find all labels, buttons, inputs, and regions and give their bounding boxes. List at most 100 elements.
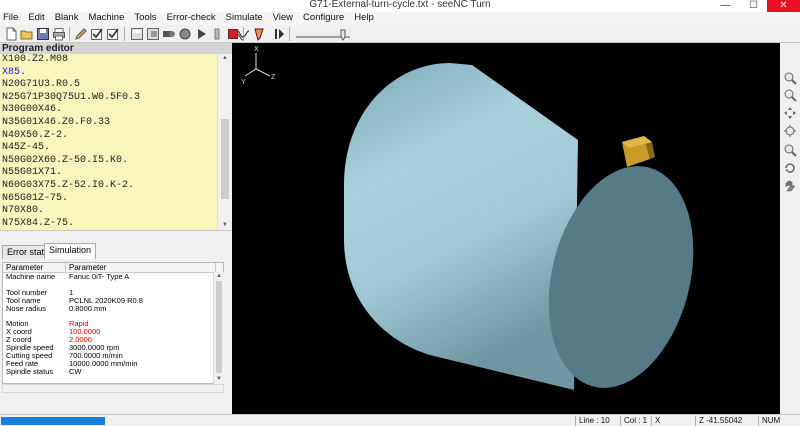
simulation-viewport[interactable]: X Z Y [232,43,780,414]
scroll-up-arrow[interactable]: ▲ [214,272,224,281]
menu-view[interactable]: View [268,12,298,25]
parameter-name: Motion [6,320,29,329]
close-button[interactable]: ✕ [767,0,800,12]
pan-icon[interactable] [783,106,797,120]
code-line[interactable]: N35G01X46.Z0.F0.33 [0,117,217,130]
window-title: G71-External-turn-cycle.txt - seeNC Turn [309,0,491,10]
step-icon[interactable] [210,27,224,41]
editor-scrollbar[interactable]: ▲ ▼ [217,54,232,230]
zoom-in-icon[interactable] [783,71,797,85]
parameter-name [3,312,66,320]
program-editor[interactable]: X100.Z2.M08 X85. N20G71U3.R0.5 N25G71P30Q75… [0,54,217,230]
column-header-value[interactable]: Parameter [66,263,216,272]
run-simulation-icon[interactable] [194,27,208,41]
code-line[interactable]: N30G00X46. [0,104,217,117]
column-header-parameter[interactable]: Parameter [3,263,66,272]
code-line[interactable]: N50G02X60.Z-50.I5.K0. [0,155,217,168]
menu-blank[interactable]: Blank [50,12,84,25]
zoom-window-icon[interactable] [783,124,797,138]
editor-scroll-thumb[interactable] [221,119,229,200]
menu-help[interactable]: Help [349,12,379,25]
code-line[interactable]: N20G71U3.R0.5 [0,79,217,92]
code-line[interactable]: X85. [0,67,217,80]
zoom-out-icon[interactable] [783,88,797,102]
table-body: Machine name Fanuc 0iT- Type A Tool number… [3,273,223,376]
menu-error-check[interactable]: Error-check [162,12,221,25]
status-line: Line : 10 [575,416,619,426]
code-line[interactable]: N55G01X71. [0,167,217,180]
menu-edit[interactable]: Edit [23,12,49,25]
parameter-value: 3000.0000 rpm [69,344,120,352]
code-line[interactable]: N60G03X75.Z-52.I0.K-2. [0,180,217,193]
parameter-value: 700.0000 m/min [69,351,123,360]
code-line[interactable]: N25G71P30Q75U1.W0.5F0.3 [0,92,217,105]
menu-file[interactable]: File [0,12,23,25]
scroll-down-arrow[interactable]: ▼ [218,221,232,230]
table-row: Tool number 1 [3,289,223,297]
parameter-name [3,281,66,289]
status-z-coord: Z -41.55042 [695,416,757,426]
rotate-icon[interactable] [783,161,797,175]
parameter-name: Machine name [6,273,56,281]
title-bar: G71-External-turn-cycle.txt - seeNC Turn… [0,0,800,12]
toolpath-icon[interactable] [236,27,250,41]
minimize-button[interactable]: — [712,0,739,12]
scroll-up-arrow[interactable]: ▲ [218,54,232,63]
parameter-value: 2.0000 [69,336,92,345]
pencil-icon[interactable] [74,27,88,41]
panel-divider[interactable] [0,230,232,243]
tool-shape-icon[interactable] [252,27,266,41]
status-bar: Line : 10 Col : 1 X 33.44992 Z -41.55042… [0,414,800,426]
parameter-name: X coord [6,328,32,337]
machine-icon[interactable] [162,27,176,41]
tab-simulation[interactable]: Simulation [44,243,97,259]
menu-tools[interactable]: Tools [129,12,161,25]
maximize-button[interactable]: ☐ [740,0,767,12]
axis-x-label: X [254,46,259,53]
hand-icon[interactable] [783,179,797,193]
menu-machine[interactable]: Machine [83,12,129,25]
parameter-value [66,281,216,289]
speed-slider[interactable] [294,27,354,41]
axis-y-label: Y [241,79,246,86]
menu-bar: File Edit Blank Machine Tools Error-chec… [0,12,800,25]
menu-configure[interactable]: Configure [298,12,349,25]
code-line[interactable]: N75X84.Z-75. [0,218,217,230]
tool-icon[interactable] [178,27,192,41]
table-header: Parameter Parameter [3,263,223,273]
table-row: Motion Rapid [3,320,223,328]
check-icon[interactable] [90,27,104,41]
parameter-name: Cutting speed [6,351,53,360]
table-hscrollbar[interactable] [2,384,224,393]
parameter-value: Fanuc 0iT- Type A [69,273,130,281]
simulation-progress-bar [1,417,105,425]
table-row: Z coord 2.0000 [3,336,223,344]
menu-simulate[interactable]: Simulate [221,12,268,25]
code-line[interactable]: X100.Z2.M08 [0,54,217,67]
error-check-icon[interactable] [130,27,144,41]
fit-view-icon[interactable] [783,143,797,157]
parameter-name: Feed rate [6,359,39,368]
save-icon[interactable] [36,27,50,41]
cutting-tool [622,136,655,167]
table-scroll-thumb[interactable] [216,281,222,373]
code-line[interactable]: N65G01Z-75. [0,193,217,206]
parameter-value: CW [69,367,82,376]
simulation-table: Parameter Parameter Machine name Fanuc 0i… [2,262,224,384]
status-num-lock: NUM [758,416,800,426]
code-line[interactable]: N45Z-45. [0,142,217,155]
check-all-icon[interactable] [106,27,120,41]
open-file-icon[interactable] [20,27,34,41]
print-icon[interactable] [52,27,66,41]
blank-icon[interactable] [146,27,160,41]
table-row [3,312,223,320]
scroll-down-arrow[interactable]: ▼ [214,375,224,384]
table-scrollbar[interactable]: ▲ ▼ [213,272,224,384]
code-line[interactable]: N40X50.Z-2. [0,130,217,143]
single-step-icon[interactable] [272,27,286,41]
code-line[interactable]: N70X80. [0,205,217,218]
new-file-icon[interactable] [4,27,18,41]
toolbar-separator [124,27,125,41]
parameter-name: Nose radius [6,304,47,313]
viewport-canvas: X Z Y [241,46,694,390]
